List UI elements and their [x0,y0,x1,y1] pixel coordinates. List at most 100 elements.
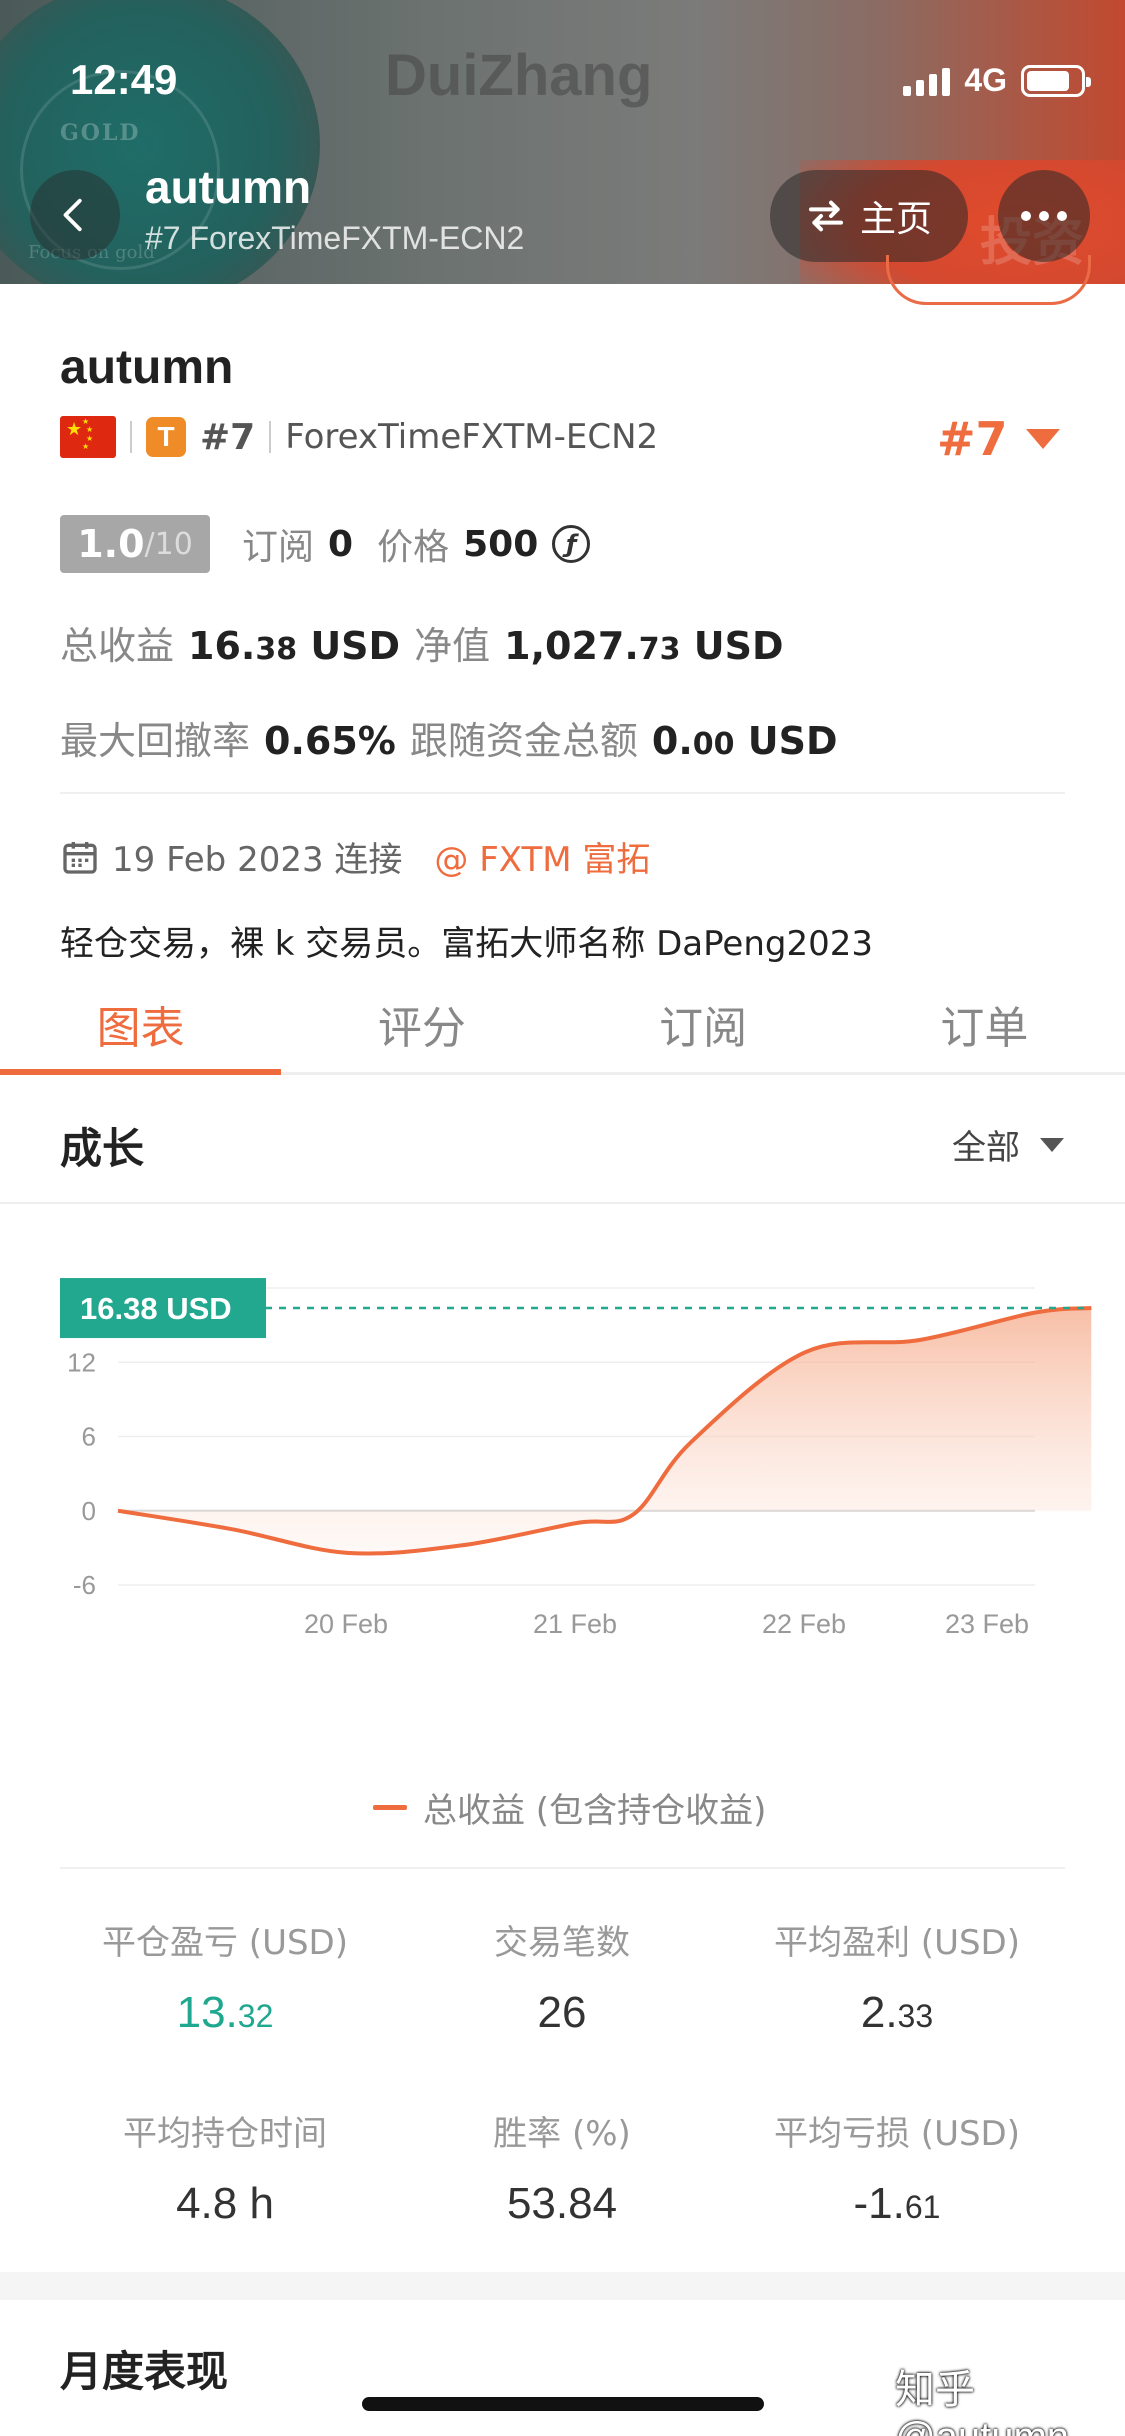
back-button[interactable] [30,170,120,260]
metric-closed-pnl: 平仓盈亏 (USD) 13.32 [75,1915,375,2038]
y-tick-label: 6 [82,1422,96,1452]
growth-title: 成长 [60,1124,145,1173]
metric-label: 平均持仓时间 [123,2114,327,2154]
subscribe-label: 订阅 [242,527,315,568]
equity-value: 1,027.73 USD [504,624,784,668]
metric-label: 平均盈利 (USD) [774,1923,1020,1963]
monthly-performance-title: 月度表现 [60,2347,229,2396]
metric-win-rate: 胜率 (%) 53.84 [412,2106,712,2229]
growth-area [118,1308,1092,1554]
section-gap [0,2272,1125,2300]
x-tick-label: 22 Feb [762,1609,846,1639]
invest-button-edge[interactable] [886,255,1091,305]
metric-avg-profit: 平均盈利 (USD) 2.33 [747,1915,1047,2038]
growth-range-value: 全部 [952,1128,1020,1168]
caret-down-icon [1040,1137,1064,1152]
brand-watermark: DuiZhang [385,43,653,108]
metric-label: 平均亏损 (USD) [774,2114,1020,2154]
trader-description: 轻仓交易，裸 k 交易员。富拓大师名称 DaPeng2023 [60,924,873,964]
divider [269,421,272,453]
score-value: 1.0 [77,522,145,566]
rank-label: #7 [200,416,256,458]
growth-range-dropdown[interactable]: 全部 [952,1120,1064,1169]
chart-legend: 总收益 (包含持仓收益) [373,1783,766,1832]
metric-value: 53.84 [506,2179,618,2228]
background-logo-text: GOLD [60,120,141,146]
status-time: 12:49 [70,56,178,103]
more-button[interactable] [998,170,1090,262]
y-tick-label: -6 [73,1570,96,1600]
china-flag-icon: ★ ★ ★ ★ ★ [60,416,116,458]
home-button-label: 主页 [859,199,932,240]
profit-row: 总收益 16.38 USD 净值 1,027.73 USD [60,615,798,670]
network-type: 4G [964,62,1007,98]
metric-label: 平仓盈亏 (USD) [102,1923,348,1963]
caret-down-icon [1025,429,1060,449]
metric-value: 13.32 [176,1988,274,2037]
current-value-label: 16.38 USD [80,1291,232,1326]
metric-value: 26 [537,1988,587,2037]
coin-icon: ƒ [552,525,591,563]
follow-amount-value: 0.00 USD [651,719,838,763]
score-badge: 1.0/10 [60,515,210,573]
y-tick-label: 12 [67,1347,96,1377]
y-tick-label: 0 [82,1496,96,1526]
drawdown-value: 0.65% [264,719,396,763]
metric-value: -1.61 [853,2179,941,2228]
trader-type-badge: T [146,417,186,457]
chevron-left-icon [63,198,82,232]
total-profit-value: 16.38 USD [188,624,401,668]
metric-label: 交易笔数 [494,1923,630,1963]
rank-selector[interactable]: #7 [937,412,1060,466]
price-value: 500 [463,523,539,565]
connect-info: 19 Feb 2023 连接 @ FXTM 富拓 [60,832,650,881]
more-dots-icon [1021,211,1031,221]
legend-label: 总收益 (包含持仓收益) [423,1791,767,1831]
total-profit-label: 总收益 [60,624,175,668]
broker-link[interactable]: @ FXTM 富拓 [434,832,650,881]
battery-icon [1021,64,1091,97]
metric-avg-hold-time: 平均持仓时间 4.8 h [75,2106,375,2229]
price-label: 价格 [377,527,450,568]
drawdown-label: 最大回撤率 [60,719,251,763]
header-subtitle: #7 ForexTimeFXTM-ECN2 [145,220,525,256]
x-axis: 20 Feb 21 Feb 22 Feb 23 Feb [304,1609,1029,1639]
status-indicators: 4G [903,62,1091,99]
tab-chart[interactable]: 图表 [0,975,282,1075]
x-tick-label: 20 Feb [304,1609,388,1639]
legend-swatch [373,1805,407,1810]
divider [130,421,132,453]
current-value-tag: 16.38 USD [60,1278,266,1339]
growth-chart[interactable]: 181260-6 20 Feb21 Feb22 Feb23 Feb 16.38 … [0,1240,1125,1760]
equity-label: 净值 [414,624,491,668]
follow-amount-label: 跟随资金总额 [409,719,638,763]
connect-date: 19 Feb 2023 连接 [112,840,403,880]
divider [0,1202,1125,1204]
subscribe-count: 0 [328,523,354,565]
header-title: autumn [145,161,312,213]
score-total: /10 [144,526,193,562]
score-row: 1.0/10 订阅 0 价格 500 ƒ [60,515,591,573]
divider [60,792,1065,794]
tab-subscribe[interactable]: 订阅 [563,975,844,1072]
metric-avg-loss: 平均亏损 (USD) -1.61 [747,2106,1047,2229]
metric-value: 2.33 [860,1988,934,2037]
tab-orders[interactable]: 订单 [844,975,1125,1072]
home-button[interactable]: 主页 [770,170,968,262]
trader-name: autumn [60,341,234,394]
home-indicator[interactable] [362,2397,764,2411]
tab-score[interactable]: 评分 [281,975,562,1072]
swap-icon [808,200,843,232]
rank-value: #7 [937,412,1008,466]
signal-icon [903,66,951,96]
divider [60,1867,1065,1869]
x-tick-label: 23 Feb [945,1609,1029,1639]
x-tick-label: 21 Feb [533,1609,617,1639]
metric-trade-count: 交易笔数 26 [412,1915,712,2038]
source-watermark: 知乎 @autumn [895,2368,1069,2436]
metric-label: 胜率 (%) [493,2114,631,2154]
trader-meta: ★ ★ ★ ★ ★ T #7 ForexTimeFXTM-ECN2 [60,416,658,458]
tab-bar: 图表 评分 订阅 订单 [0,975,1125,1075]
risk-row: 最大回撤率 0.65% 跟随资金总额 0.00 USD [60,710,852,765]
server-name: ForexTimeFXTM-ECN2 [285,417,659,457]
